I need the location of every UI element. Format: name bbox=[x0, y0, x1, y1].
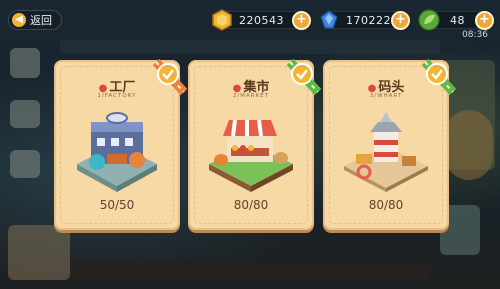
add-energy-button[interactable]: + bbox=[475, 11, 494, 30]
location-card-wharf[interactable]: ● 码头 3/WHART 80/80 bbox=[323, 58, 457, 230]
factory-badge-icon bbox=[152, 58, 188, 96]
coin-icon bbox=[212, 9, 232, 31]
wharf-subtitle: 3/WHART bbox=[369, 93, 403, 99]
location-card-factory[interactable]: ● 工厂 1/FACTORY 50/50 bbox=[54, 58, 188, 230]
wharf-badge-icon bbox=[421, 58, 457, 96]
market-badge-icon bbox=[286, 58, 322, 96]
market-building-icon bbox=[209, 119, 293, 192]
location-pin-icon: ● bbox=[232, 83, 242, 94]
add-coins-button[interactable]: + bbox=[292, 11, 311, 30]
card-title: ● 集市 bbox=[188, 76, 314, 95]
gem-counter: 170222 + bbox=[320, 10, 410, 30]
factory-subtitle: 1/FACTORY bbox=[97, 93, 137, 99]
energy-timer: 08:36 bbox=[462, 30, 488, 40]
wharf-progress: 80/80 bbox=[368, 198, 404, 212]
wharf-name: 码头 bbox=[378, 80, 405, 95]
energy-value: 48 bbox=[450, 14, 465, 27]
add-gems-button[interactable]: + bbox=[391, 11, 410, 30]
coin-counter: 220543 + bbox=[212, 9, 311, 31]
leaf-energy-icon bbox=[418, 9, 440, 31]
card-title: ● 工厂 bbox=[54, 76, 180, 95]
back-arrow-icon: ◀ bbox=[12, 13, 26, 27]
gem-icon bbox=[320, 10, 338, 29]
card-title: ● 码头 bbox=[323, 76, 449, 95]
factory-progress: 50/50 bbox=[99, 198, 135, 212]
factory-name: 工厂 bbox=[109, 80, 136, 95]
location-pin-icon: ● bbox=[98, 83, 108, 94]
back-button[interactable]: ◀ 返回 bbox=[8, 10, 62, 30]
factory-building-icon bbox=[77, 112, 157, 192]
bottom-strip bbox=[70, 259, 430, 281]
market-name: 集市 bbox=[243, 80, 270, 95]
gem-value: 170222 bbox=[346, 14, 391, 27]
market-progress: 80/80 bbox=[233, 198, 269, 212]
wharf-building-icon bbox=[344, 112, 428, 192]
energy-counter: 48 + bbox=[418, 9, 494, 31]
back-button-label: 返回 bbox=[30, 14, 52, 27]
location-card-market[interactable]: ● 集市 2/MARKET 80/80 bbox=[188, 58, 322, 230]
market-subtitle: 2/MARKET bbox=[232, 93, 270, 99]
location-pin-icon: ● bbox=[367, 83, 377, 94]
coin-value: 220543 bbox=[239, 14, 284, 27]
